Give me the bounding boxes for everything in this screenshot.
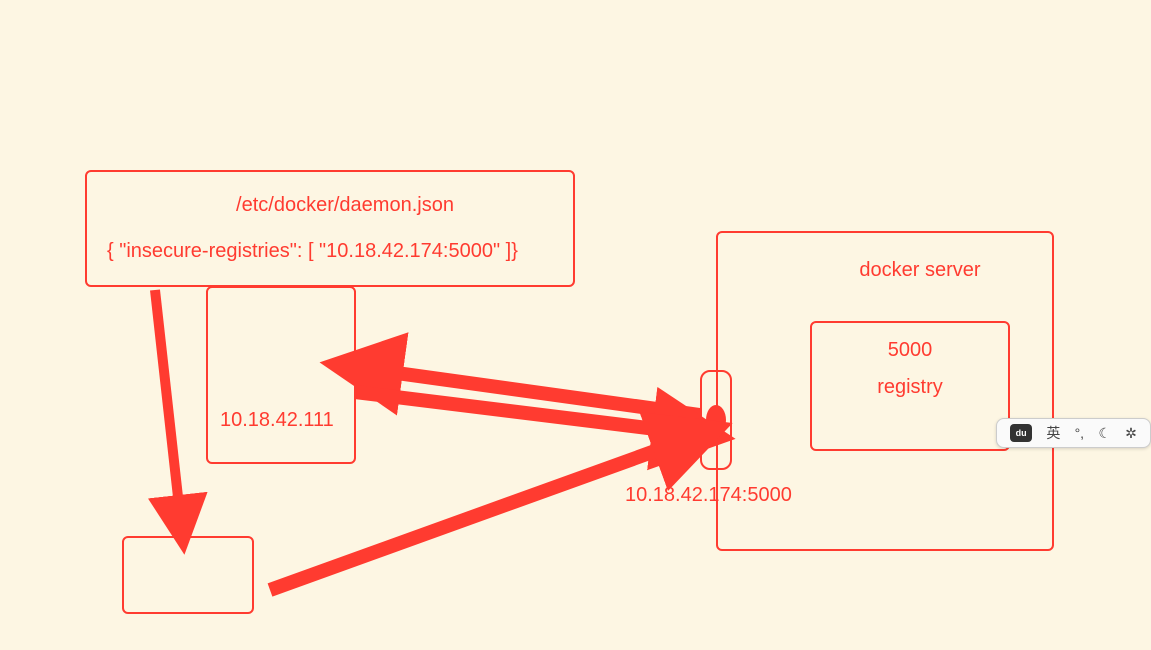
client-1-ip: 10.18.42.111 [220, 409, 334, 432]
arrow-client1-to-server [355, 392, 680, 432]
config-file-path: /etc/docker/daemon.json [107, 194, 553, 217]
moon-icon[interactable]: ☾ [1098, 425, 1111, 442]
client-box-1: 10.18.42.111 [206, 286, 356, 464]
client-box-2 [122, 536, 254, 614]
ime-punct-indicator[interactable]: °, [1075, 425, 1085, 441]
registry-port: 5000 [888, 339, 933, 362]
ime-lang-indicator[interactable]: 英 [1046, 423, 1060, 443]
registry-box: 5000 registry [810, 321, 1010, 451]
ime-logo-icon[interactable]: du [1010, 424, 1032, 442]
server-endpoint-label: 10.18.42.174:5000 [625, 484, 792, 507]
registry-name: registry [877, 376, 943, 399]
gear-icon[interactable]: ✲ [1125, 425, 1137, 442]
arrow-server-to-client1 [375, 370, 700, 415]
config-content: { "insecure-registries": [ "10.18.42.174… [107, 240, 553, 263]
port-connector-dot [706, 405, 726, 435]
arrow-client2-to-server [270, 442, 680, 590]
docker-server-title: docker server [738, 253, 1032, 282]
config-box: /etc/docker/daemon.json { "insecure-regi… [85, 170, 575, 287]
arrow-config-to-client2 [155, 290, 180, 515]
ime-toolbar[interactable]: du 英 °, ☾ ✲ [996, 418, 1151, 448]
